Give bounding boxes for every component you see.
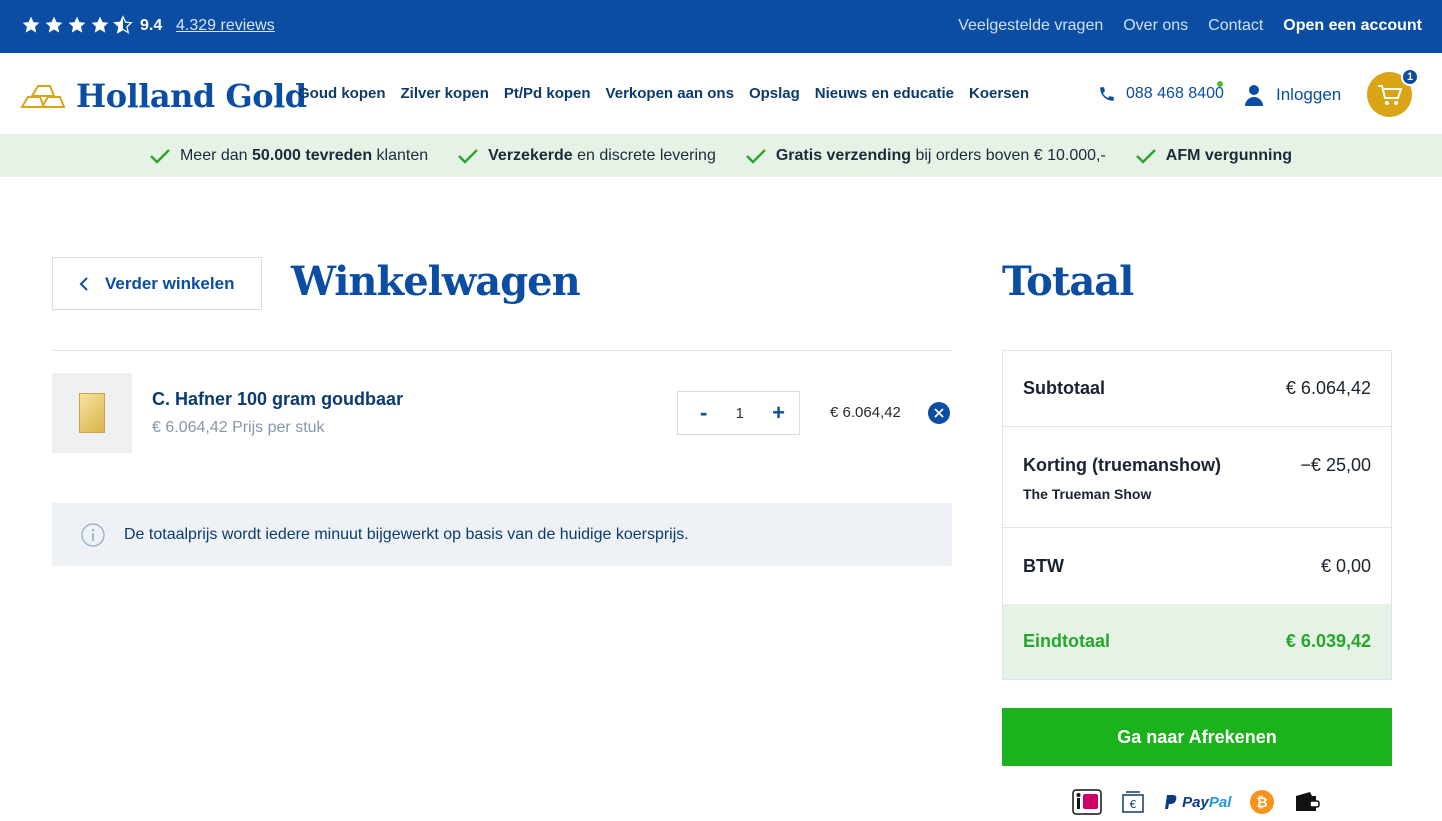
check-icon [1135,149,1156,164]
discount-label: Korting (truemanshow) [1023,455,1221,475]
rating-score: 9.4 [140,17,163,34]
discount-value: −€ 25,00 [1300,455,1371,475]
usp-text: en discrete levering [572,147,716,164]
main-nav: Goud kopen Zilver kopen Pt/Pd kopen Verk… [298,85,1029,102]
open-account-link[interactable]: Open een account [1283,17,1422,35]
quantity-value[interactable]: 1 [736,405,744,422]
grand-total-value: € 6.039,42 [1285,631,1371,651]
divider [52,350,952,351]
quantity-stepper: - 1 + [677,391,800,435]
cart-icon [1377,84,1402,105]
usp-bar: Meer dan 50.000 tevreden klanten Verzeke… [0,135,1442,177]
nav-nieuws[interactable]: Nieuws en educatie [815,85,954,102]
usp-text: bij orders boven € 10.000,- [911,147,1106,164]
subtotal-label: Subtotaal [1023,378,1106,398]
ideal-icon [1072,787,1102,817]
check-icon [745,149,766,164]
phone-number: 088 468 8400 [1126,85,1224,102]
product-name[interactable]: C. Hafner 100 gram goudbaar [152,389,403,410]
top-bar: 9.4 4.329 reviews Veelgestelde vragen Ov… [0,0,1442,53]
continue-shopping-label: Verder winkelen [105,273,235,293]
increase-quantity-button[interactable]: + [772,400,785,426]
half-star-icon [113,15,133,34]
top-links: Veelgestelde vragen Over ons Contact Ope… [958,17,1422,35]
decrease-quantity-button[interactable]: - [700,400,707,426]
subtotal-row: Subtotaal € 6.064,42 [1003,351,1391,427]
usp-bold: Verzekerde [488,147,573,164]
product-image[interactable] [52,373,132,453]
reviews-link[interactable]: 4.329 reviews [176,17,275,35]
login-link[interactable]: Inloggen [1244,84,1341,106]
btw-row: BTW € 0,00 [1003,528,1391,604]
remove-item-button[interactable] [928,402,950,424]
btw-label: BTW [1023,555,1064,576]
info-text: De totaalprijs wordt iedere minuut bijge… [124,525,689,543]
usp-bold: 50.000 tevreden [252,147,373,164]
gold-bars-icon [20,85,66,108]
usp-bold: Gratis verzending [775,147,911,164]
grand-total-label: Eindtotaal [1023,631,1111,651]
line-total: € 6.064,42 [830,404,901,421]
usp-item: Gratis verzending bij orders boven € 10.… [745,147,1106,165]
usp-bold: AFM vergunning [1165,147,1293,164]
online-indicator [1217,81,1223,87]
euro-transfer-icon: € [1120,787,1146,817]
main-header: Holland Gold Goud kopen Zilver kopen Pt/… [0,53,1442,135]
checkout-button[interactable]: Ga naar Afrekenen [1002,708,1392,766]
nav-koersen[interactable]: Koersen [969,85,1029,102]
logo[interactable]: Holland Gold [20,77,307,115]
star-icon [22,16,40,33]
discount-description: The Trueman Show [1023,486,1152,502]
check-icon [458,149,479,164]
nav-opslag[interactable]: Opslag [749,85,800,102]
check-icon [150,149,170,164]
logo-text: Holland Gold [76,77,307,115]
usp-item: AFM vergunning [1135,147,1293,165]
totals-panel: Subtotaal € 6.064,42 Korting (truemansho… [1002,350,1392,680]
nav-zilver-kopen[interactable]: Zilver kopen [401,85,489,102]
usp-item: Verzekerde en discrete levering [458,147,716,165]
star-icon [68,16,86,33]
faq-link[interactable]: Veelgestelde vragen [958,17,1103,35]
product-unit-price: € 6.064,42 Prijs per stuk [152,419,325,436]
usp-text: Meer dan [179,147,253,164]
wallet-icon [1293,787,1321,817]
contact-link[interactable]: Contact [1208,17,1263,35]
discount-row: Korting (truemanshow) The Trueman Show −… [1003,427,1391,528]
cart-count-badge: 1 [1401,68,1419,86]
rating-stars [21,15,133,35]
star-icon [91,16,109,33]
bitcoin-icon: ₿ [1249,787,1275,817]
nav-verkopen[interactable]: Verkopen aan ons [606,85,734,102]
price-info-banner: De totaalprijs wordt iedere minuut bijge… [52,503,952,566]
close-icon [934,408,944,418]
continue-shopping-button[interactable]: Verder winkelen [52,257,262,310]
user-icon [1245,85,1263,106]
star-icon [45,16,63,33]
phone-icon [1100,87,1114,101]
payment-methods: € Pay Pal ₿ [1072,787,1321,817]
btw-value: € 0,00 [1320,555,1371,576]
nav-ptpd-kopen[interactable]: Pt/Pd kopen [504,85,591,102]
info-icon [81,522,105,547]
about-link[interactable]: Over ons [1123,17,1188,35]
svg-text:€: € [1130,798,1137,811]
nav-goud-kopen[interactable]: Goud kopen [298,85,386,102]
paypal-pal-text: Pal [1208,793,1232,811]
grand-total-row: Eindtotaal € 6.039,42 [1003,604,1391,679]
gold-bar-image [79,393,105,433]
subtotal-value: € 6.064,42 [1285,378,1371,398]
svg-text:₿: ₿ [1257,795,1268,811]
totals-title: Totaal [1002,258,1134,305]
login-label: Inloggen [1276,85,1342,104]
chevron-left-icon [79,276,88,291]
usp-text: klanten [372,147,429,164]
paypal-icon: Pay Pal [1164,787,1231,817]
page-title: Winkelwagen [291,258,581,305]
phone-link[interactable]: 088 468 8400 [1098,81,1224,103]
usp-item: Meer dan 50.000 tevreden klanten [150,147,428,165]
paypal-pay-text: Pay [1182,793,1209,811]
